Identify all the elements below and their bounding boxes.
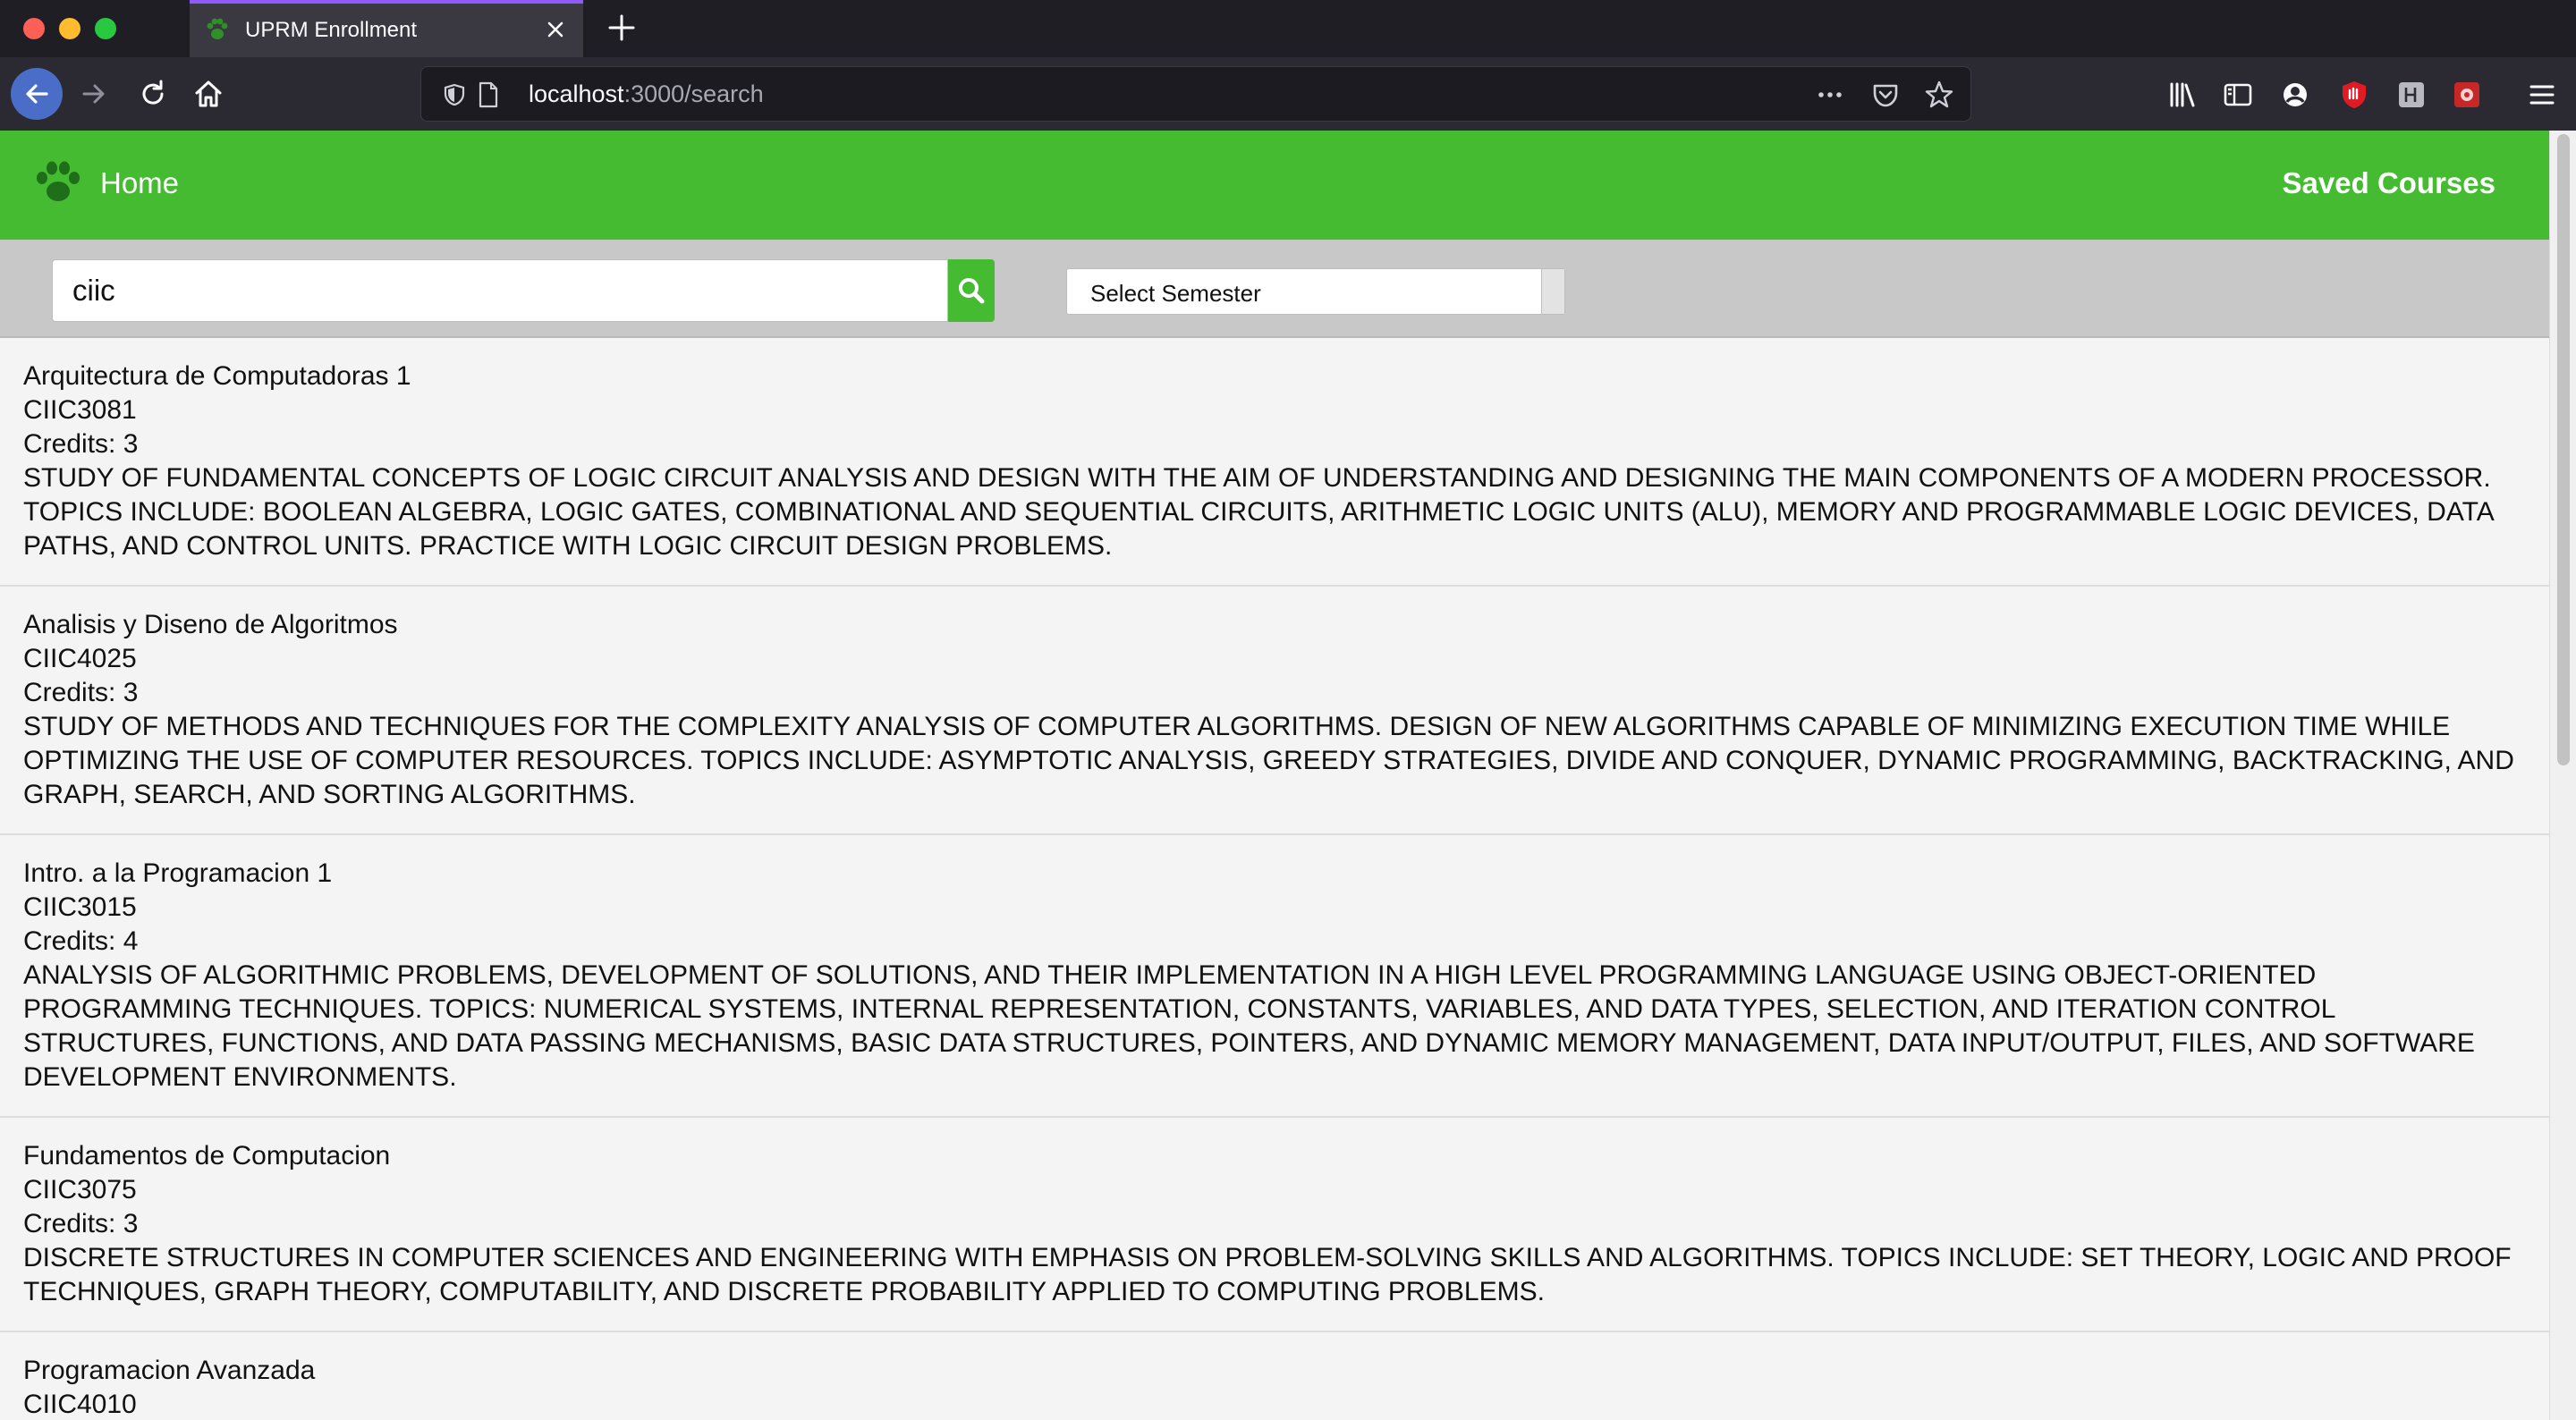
- new-tab-plus-icon[interactable]: [605, 11, 639, 45]
- course-title: Analisis y Diseno de Algoritmos: [23, 610, 398, 639]
- course-title: Fundamentos de Computacion: [23, 1141, 391, 1171]
- semester-select[interactable]: Select Semester: [1066, 268, 1565, 315]
- extension-glyph: [2399, 82, 2424, 107]
- semester-select-handle[interactable]: [1541, 269, 1564, 314]
- search-filter-bar: Select Semester: [0, 240, 2549, 338]
- course-item[interactable]: Fundamentos de Computacion CIIC3075 Cred…: [0, 1118, 2549, 1332]
- page-scrollbar[interactable]: [2549, 131, 2576, 1420]
- sidebar-icon[interactable]: [2220, 77, 2256, 113]
- extension-red-icon[interactable]: [2449, 77, 2485, 113]
- extension-red-glyph: [2454, 82, 2479, 107]
- course-description: STUDY OF METHODS AND TECHNIQUES FOR THE …: [23, 712, 2514, 809]
- course-description: STUDY OF FUNDAMENTAL CONCEPTS OF LOGIC C…: [23, 463, 2494, 561]
- more-horizontal-icon[interactable]: [1815, 81, 1845, 108]
- scrollbar-thumb[interactable]: [2557, 134, 2570, 765]
- url-host: localhost: [529, 80, 624, 107]
- app-navbar: Home Saved Courses: [0, 131, 2549, 240]
- course-description: DISCRETE STRUCTURES IN COMPUTER SCIENCES…: [23, 1243, 2512, 1306]
- course-code: CIIC3075: [23, 1175, 137, 1204]
- close-icon[interactable]: [540, 14, 571, 45]
- course-title: Programacion Avanzada: [23, 1356, 316, 1385]
- reload-icon: [142, 80, 164, 105]
- url-text[interactable]: localhost:3000/search: [529, 80, 764, 108]
- address-bar[interactable]: localhost:3000/search: [420, 66, 1971, 122]
- library-glyph: [2170, 82, 2195, 107]
- course-credits: Credits: 3: [23, 678, 139, 707]
- arrow-right-icon: [82, 84, 105, 104]
- course-code: CIIC4025: [23, 644, 137, 673]
- url-path: :3000/search: [623, 80, 764, 107]
- sidebar-glyph: [2224, 83, 2252, 106]
- course-code: CIIC4010: [23, 1390, 137, 1419]
- arrow-left-icon: [26, 84, 48, 104]
- ublock-extension-icon[interactable]: [2336, 77, 2372, 113]
- course-code: CIIC3015: [23, 892, 137, 922]
- menu-glyph: [2529, 85, 2555, 105]
- pocket-icon[interactable]: [1870, 80, 1901, 110]
- account-glyph: [2284, 83, 2307, 106]
- tab-title: UPRM Enrollment: [245, 18, 418, 42]
- window-close-button[interactable]: [23, 18, 45, 39]
- course-description: ANALYSIS OF ALGORITHMIC PROBLEMS, DEVELO…: [23, 960, 2475, 1092]
- home-button[interactable]: [188, 73, 229, 114]
- course-credits: Credits: 3: [23, 429, 139, 459]
- browser-tab-active[interactable]: UPRM Enrollment: [190, 0, 583, 57]
- search-icon: [959, 278, 985, 304]
- home-icon: [195, 80, 222, 107]
- search-input[interactable]: [52, 259, 948, 322]
- reload-button[interactable]: [132, 73, 174, 114]
- browser-tab-strip: UPRM Enrollment: [0, 0, 2576, 57]
- course-item[interactable]: Intro. a la Programacion 1 CIIC3015 Cred…: [0, 835, 2549, 1118]
- search-button[interactable]: [948, 259, 995, 322]
- paw-icon: [37, 161, 80, 201]
- window-maximize-button[interactable]: [95, 18, 116, 39]
- course-results-list: Arquitectura de Computadoras 1 CIIC3081 …: [0, 338, 2549, 1420]
- back-button[interactable]: [11, 68, 63, 120]
- page-viewport: Home Saved Courses Select Semester Arqui…: [0, 131, 2549, 1420]
- course-title: Arquitectura de Computadoras 1: [23, 361, 411, 391]
- extension-gray-icon[interactable]: [2394, 77, 2429, 113]
- home-link[interactable]: Home: [32, 157, 179, 209]
- home-label: Home: [100, 166, 180, 199]
- forward-button[interactable]: [73, 73, 114, 114]
- shield-icon[interactable]: [443, 83, 466, 106]
- course-credits: Credits: 3: [23, 1209, 139, 1238]
- course-code: CIIC3081: [23, 395, 137, 425]
- star-icon[interactable]: [1924, 80, 1954, 110]
- semester-select-value: Select Semester: [1090, 280, 1261, 307]
- course-credits: Credits: 4: [23, 926, 139, 956]
- course-item[interactable]: Programacion Avanzada CIIC4010: [0, 1332, 2549, 1420]
- course-item[interactable]: Arquitectura de Computadoras 1 CIIC3081 …: [0, 338, 2549, 587]
- account-icon[interactable]: [2277, 77, 2313, 113]
- paw-icon: [207, 18, 228, 39]
- window-minimize-button[interactable]: [59, 18, 80, 39]
- saved-courses-link[interactable]: Saved Courses: [2283, 166, 2496, 200]
- hand-stop-glyph: [2343, 81, 2366, 108]
- course-title: Intro. a la Programacion 1: [23, 858, 333, 888]
- page-icon[interactable]: [477, 81, 500, 108]
- course-item[interactable]: Analisis y Diseno de Algoritmos CIIC4025…: [0, 587, 2549, 835]
- library-icon[interactable]: [2165, 77, 2200, 113]
- hamburger-menu-icon[interactable]: [2524, 77, 2560, 113]
